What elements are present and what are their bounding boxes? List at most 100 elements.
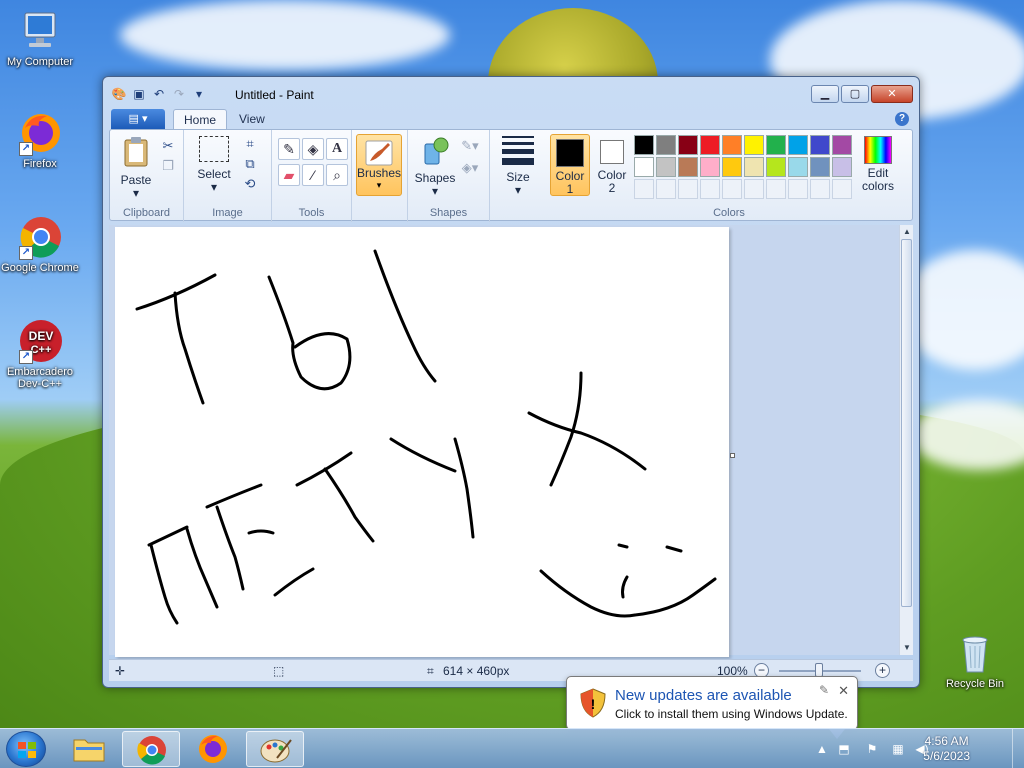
palette-swatch[interactable] (700, 157, 720, 177)
crop-icon[interactable]: ⌗ (240, 134, 260, 154)
options-icon[interactable]: ✎ (819, 683, 829, 697)
shapes-button[interactable]: Shapes ▾ (412, 136, 458, 198)
windows-update-icon[interactable]: ⬒ (836, 741, 852, 757)
desktop-icon-firefox[interactable]: ↗ Firefox (0, 110, 80, 170)
action-center-icon[interactable]: ⚑ (864, 741, 880, 757)
palette-swatch[interactable] (700, 135, 720, 155)
scroll-up-icon[interactable]: ▲ (900, 225, 914, 239)
size-button[interactable]: Size ▾ (498, 136, 538, 197)
palette-swatch[interactable] (656, 157, 676, 177)
tab-view[interactable]: View (229, 109, 275, 130)
palette-swatch[interactable] (656, 135, 676, 155)
palette-swatch[interactable] (832, 157, 852, 177)
clock[interactable]: 4:56 AM 5/6/2023 (923, 734, 970, 764)
select-button[interactable]: Select ▾ (192, 136, 236, 194)
palette-swatch[interactable] (810, 135, 830, 155)
undo-icon[interactable]: ↶ (151, 86, 167, 102)
desktop-icon-my-computer[interactable]: My Computer (0, 8, 80, 68)
vertical-scrollbar[interactable]: ▲ ▼ (899, 225, 913, 655)
network-icon[interactable]: ▦ (890, 741, 906, 757)
group-size: Size ▾ (490, 130, 546, 222)
minimize-button[interactable]: ▁ (811, 85, 839, 103)
palette-custom-slot[interactable] (722, 179, 742, 199)
copy-icon[interactable]: ❐ (158, 156, 178, 176)
color1-button[interactable]: Color 1 (550, 134, 590, 196)
taskbar-chrome[interactable] (122, 731, 180, 767)
scroll-down-icon[interactable]: ▼ (900, 641, 914, 655)
show-desktop-button[interactable] (1012, 729, 1024, 768)
zoom-slider-thumb[interactable] (815, 663, 823, 677)
edit-colors-button[interactable]: Edit colors (856, 136, 900, 193)
rotate-icon[interactable]: ⟲ (240, 174, 260, 194)
update-notification[interactable]: ! New updates are available Click to ins… (566, 676, 858, 739)
paste-button[interactable]: Paste ▾ (116, 136, 156, 200)
brushes-button[interactable]: Brushes ▾ (356, 134, 402, 196)
taskbar-explorer[interactable] (60, 731, 118, 767)
taskbar-paint[interactable] (246, 731, 304, 767)
cut-icon[interactable]: ✂ (158, 136, 178, 156)
group-colors: Color 1 Color 2 Edit colors Colors (546, 130, 912, 222)
scroll-thumb[interactable] (901, 239, 912, 607)
help-icon[interactable]: ? (895, 112, 909, 126)
eraser-icon[interactable]: ▰ (278, 164, 300, 186)
firefox-icon (199, 735, 227, 763)
fill-shape-icon[interactable]: ◈▾ (460, 158, 480, 178)
color2-button[interactable]: Color 2 (592, 134, 632, 196)
palette-swatch[interactable] (810, 157, 830, 177)
palette-swatch[interactable] (788, 135, 808, 155)
palette-swatch[interactable] (634, 157, 654, 177)
shortcut-arrow-icon: ↗ (19, 142, 33, 156)
group-label: Image (212, 207, 243, 219)
redo-icon[interactable]: ↷ (171, 86, 187, 102)
palette-swatch[interactable] (634, 135, 654, 155)
palette-swatch[interactable] (678, 135, 698, 155)
palette-swatch[interactable] (744, 157, 764, 177)
canvas-resize-handle[interactable] (730, 453, 735, 458)
palette-custom-slot[interactable] (788, 179, 808, 199)
palette-swatch[interactable] (744, 135, 764, 155)
zoom-in-button[interactable]: + (875, 663, 890, 678)
tab-home[interactable]: Home (173, 109, 228, 130)
drawing-canvas[interactable] (115, 227, 729, 657)
palette-custom-slot[interactable] (656, 179, 676, 199)
palette-custom-slot[interactable] (810, 179, 830, 199)
close-button[interactable]: ✕ (871, 85, 913, 103)
file-menu-button[interactable]: ▤ ▾ (111, 109, 165, 129)
palette-swatch[interactable] (766, 157, 786, 177)
customize-qat-icon[interactable]: ▾ (191, 86, 207, 102)
save-icon[interactable]: ▣ (131, 86, 147, 102)
palette-custom-slot[interactable] (634, 179, 654, 199)
show-hidden-icons-icon[interactable]: ▲ (814, 741, 830, 757)
magnifier-icon[interactable]: ⌕ (326, 164, 348, 186)
select-icon (199, 136, 229, 162)
palette-swatch[interactable] (678, 157, 698, 177)
palette-swatch[interactable] (766, 135, 786, 155)
palette-swatch[interactable] (788, 157, 808, 177)
color2-swatch (600, 140, 624, 164)
desktop-icon-chrome[interactable]: ↗ Google Chrome (0, 214, 80, 274)
palette-swatch[interactable] (722, 157, 742, 177)
palette-custom-slot[interactable] (832, 179, 852, 199)
outline-icon[interactable]: ✎▾ (460, 136, 480, 156)
palette-custom-slot[interactable] (678, 179, 698, 199)
palette-custom-slot[interactable] (744, 179, 764, 199)
fill-icon[interactable]: ◈ (302, 138, 324, 160)
start-button[interactable] (6, 731, 46, 767)
palette-custom-slot[interactable] (700, 179, 720, 199)
notification-close-icon[interactable]: ✕ (838, 683, 849, 699)
title-bar[interactable]: 🎨 ▣ ↶ ↷ ▾ Untitled - Paint ▁ ▢ ✕ (103, 77, 919, 107)
group-clipboard: Paste ▾ ✂ ❐ Clipboard (110, 130, 184, 222)
paint-app-icon[interactable]: 🎨 (111, 86, 127, 102)
palette-swatch[interactable] (832, 135, 852, 155)
palette-swatch[interactable] (722, 135, 742, 155)
pencil-icon[interactable]: ✎ (278, 138, 300, 160)
desktop-icon-recycle-bin[interactable]: Recycle Bin (935, 630, 1015, 690)
color-picker-icon[interactable]: ⁄ (302, 164, 324, 186)
palette-custom-slot[interactable] (766, 179, 786, 199)
text-icon[interactable]: A (326, 138, 348, 160)
taskbar-firefox[interactable] (184, 731, 242, 767)
size-icon (502, 136, 534, 165)
resize-icon[interactable]: ⧉ (240, 154, 260, 174)
maximize-button[interactable]: ▢ (841, 85, 869, 103)
desktop-icon-devcpp[interactable]: DEV C++ ↗ Embarcadero Dev-C++ (0, 318, 80, 390)
